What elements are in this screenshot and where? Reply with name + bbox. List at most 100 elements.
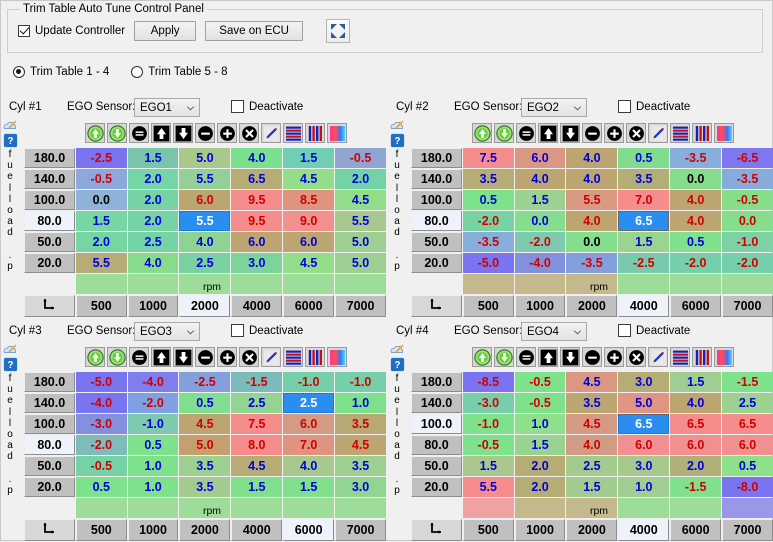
- increment-button[interactable]: [604, 347, 624, 367]
- deactivate-checkbox[interactable]: Deactivate: [618, 324, 690, 337]
- trim-cell[interactable]: 0.5: [463, 190, 514, 210]
- trim-cell[interactable]: 0.5: [722, 456, 773, 476]
- trim-cell[interactable]: 7.5: [463, 148, 514, 168]
- column-header-rpm[interactable]: 1000: [128, 519, 179, 541]
- trim-cell[interactable]: -0.5: [515, 372, 566, 392]
- trim-cell[interactable]: 3.5: [179, 477, 230, 497]
- trim-cell[interactable]: 3.0: [335, 477, 386, 497]
- horizontal-gradient-button[interactable]: [283, 123, 303, 143]
- trim-cell[interactable]: 5.0: [179, 435, 230, 455]
- ego-sensor-select[interactable]: EGO3: [134, 322, 200, 341]
- trim-cell[interactable]: 6.0: [670, 435, 721, 455]
- trim-cell[interactable]: 1.5: [231, 477, 282, 497]
- row-header-fuel-load[interactable]: 50.0: [24, 232, 75, 252]
- trim-cell[interactable]: -2.5: [76, 148, 127, 168]
- trim-cell[interactable]: 0.5: [76, 477, 127, 497]
- equalize-button[interactable]: [516, 123, 536, 143]
- color-gradient-button[interactable]: [714, 347, 734, 367]
- clear-button[interactable]: [239, 123, 259, 143]
- trim-cell[interactable]: 4.0: [566, 435, 617, 455]
- axis-origin-button[interactable]: [411, 519, 462, 541]
- trim-cell[interactable]: 1.5: [566, 477, 617, 497]
- trim-cell[interactable]: 1.5: [618, 232, 669, 252]
- horizontal-gradient-button[interactable]: [670, 347, 690, 367]
- column-header-rpm[interactable]: 4000: [618, 295, 669, 317]
- trim-cell[interactable]: 4.0: [179, 232, 230, 252]
- trim-cell[interactable]: 3.5: [463, 169, 514, 189]
- trim-cell[interactable]: -8.0: [722, 477, 773, 497]
- trim-cell[interactable]: -1.0: [722, 232, 773, 252]
- row-header-fuel-load[interactable]: 50.0: [411, 232, 462, 252]
- trim-cell[interactable]: 4.0: [670, 211, 721, 231]
- trim-cell[interactable]: 2.0: [128, 169, 179, 189]
- trim-cell[interactable]: 1.0: [515, 414, 566, 434]
- trim-cell[interactable]: -1.0: [128, 414, 179, 434]
- trim-cell[interactable]: 0.5: [179, 393, 230, 413]
- update-controller-checkbox[interactable]: Update Controller: [18, 25, 125, 37]
- column-header-rpm[interactable]: 2000: [179, 519, 230, 541]
- color-gradient-button[interactable]: [327, 347, 347, 367]
- scale-down-button[interactable]: [107, 347, 127, 367]
- row-header-fuel-load[interactable]: 50.0: [411, 456, 462, 476]
- row-header-fuel-load[interactable]: 140.0: [411, 169, 462, 189]
- decrement-button[interactable]: [582, 123, 602, 143]
- trim-cell[interactable]: 4.0: [283, 456, 334, 476]
- trim-cell[interactable]: -6.5: [722, 148, 773, 168]
- trim-cell[interactable]: 4.0: [670, 190, 721, 210]
- expand-button[interactable]: [326, 19, 350, 43]
- trim-cell[interactable]: -4.0: [515, 253, 566, 273]
- pencil-note-icon-button[interactable]: [3, 342, 18, 357]
- trim-cell[interactable]: 1.5: [283, 477, 334, 497]
- row-header-fuel-load[interactable]: 80.0: [24, 211, 75, 231]
- trim-cell[interactable]: -3.0: [463, 393, 514, 413]
- trim-cell[interactable]: 6.0: [179, 190, 230, 210]
- scale-down-button[interactable]: [494, 123, 514, 143]
- column-header-rpm[interactable]: 6000: [670, 295, 721, 317]
- trim-cell[interactable]: 3.0: [618, 372, 669, 392]
- trim-cell[interactable]: 5.5: [179, 211, 230, 231]
- row-header-fuel-load[interactable]: 180.0: [24, 148, 75, 168]
- trim-cell[interactable]: 2.0: [515, 456, 566, 476]
- trim-cell[interactable]: 4.0: [128, 253, 179, 273]
- trim-cell[interactable]: -0.5: [463, 435, 514, 455]
- row-header-fuel-load[interactable]: 20.0: [24, 253, 75, 273]
- horizontal-gradient-button[interactable]: [670, 123, 690, 143]
- trim-cell[interactable]: -5.0: [76, 372, 127, 392]
- trim-cell[interactable]: 2.5: [128, 232, 179, 252]
- row-header-fuel-load[interactable]: 50.0: [24, 456, 75, 476]
- trim-cell[interactable]: -3.5: [670, 148, 721, 168]
- trim-cell[interactable]: 1.5: [283, 148, 334, 168]
- scale-up-button[interactable]: [85, 347, 105, 367]
- trim-cell[interactable]: -4.0: [128, 372, 179, 392]
- trim-cell[interactable]: 0.0: [76, 190, 127, 210]
- trim-cell[interactable]: 3.5: [335, 456, 386, 476]
- trim-cell[interactable]: 3.5: [179, 456, 230, 476]
- trim-cell[interactable]: 1.0: [128, 456, 179, 476]
- clear-button[interactable]: [239, 347, 259, 367]
- clear-button[interactable]: [626, 347, 646, 367]
- trim-cell[interactable]: 1.0: [618, 477, 669, 497]
- pencil-note-icon-button[interactable]: [390, 342, 405, 357]
- trim-cell[interactable]: 0.5: [670, 232, 721, 252]
- vertical-bars-button[interactable]: [692, 347, 712, 367]
- trim-cell[interactable]: 2.5: [283, 393, 334, 413]
- trim-cell[interactable]: 0.0: [722, 211, 773, 231]
- trim-cell[interactable]: -8.5: [463, 372, 514, 392]
- trim-cell[interactable]: 2.0: [76, 232, 127, 252]
- trim-cell[interactable]: 4.0: [566, 169, 617, 189]
- ego-sensor-select[interactable]: EGO4: [521, 322, 587, 341]
- column-header-rpm[interactable]: 2000: [179, 295, 230, 317]
- trim-cell[interactable]: 1.0: [128, 477, 179, 497]
- save-on-ecu-button[interactable]: Save on ECU: [205, 21, 303, 41]
- trim-cell[interactable]: 3.0: [618, 456, 669, 476]
- trim-cell[interactable]: 5.5: [76, 253, 127, 273]
- help-question-icon-button[interactable]: ?: [390, 357, 405, 372]
- interpolate-down-button[interactable]: [173, 123, 193, 143]
- decrement-button[interactable]: [582, 347, 602, 367]
- interpolate-down-button[interactable]: [560, 123, 580, 143]
- interpolate-down-button[interactable]: [173, 347, 193, 367]
- trim-cell[interactable]: 1.0: [335, 393, 386, 413]
- deactivate-checkbox[interactable]: Deactivate: [231, 324, 303, 337]
- trim-cell[interactable]: -3.5: [722, 169, 773, 189]
- vertical-bars-button[interactable]: [692, 123, 712, 143]
